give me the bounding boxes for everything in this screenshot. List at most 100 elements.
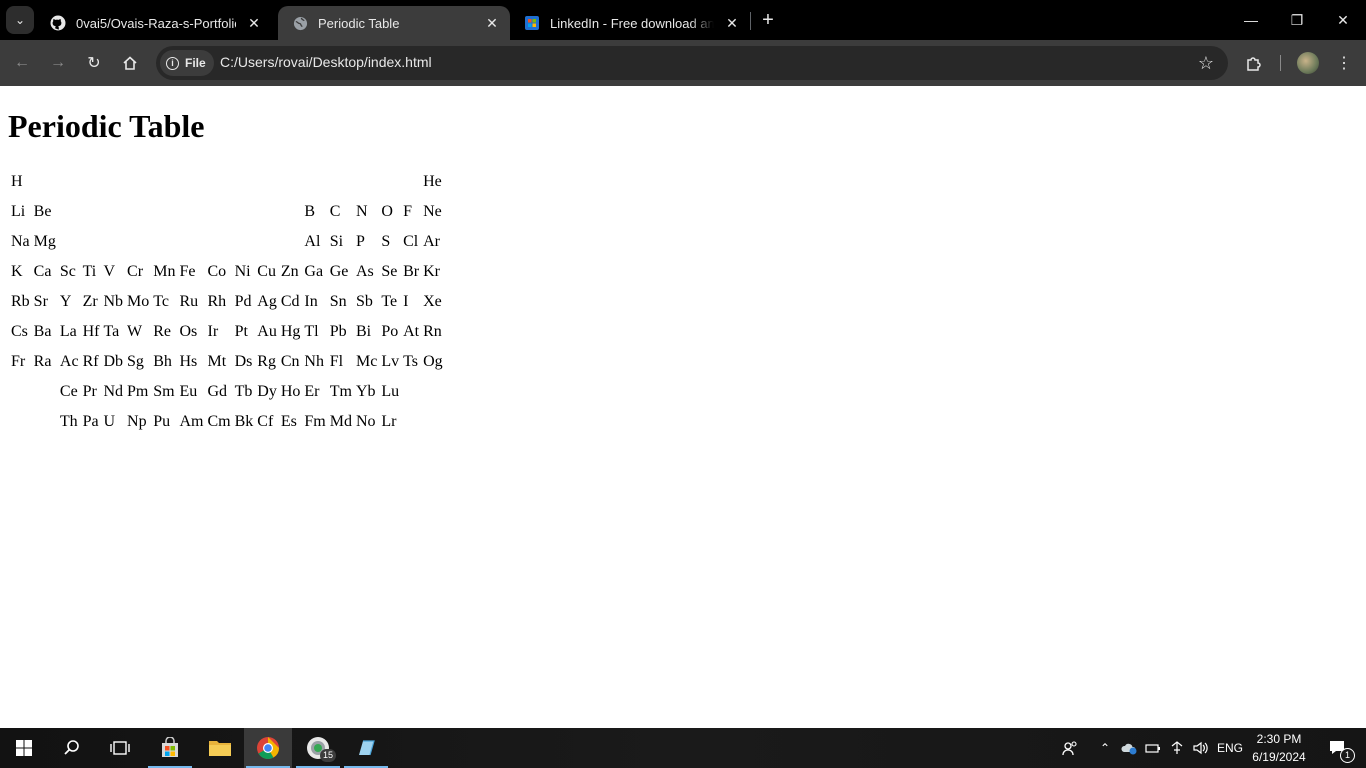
clock-date: 6/19/2024 xyxy=(1252,750,1306,764)
element-cell: Os xyxy=(179,323,198,340)
empty-cell xyxy=(178,198,204,226)
home-icon xyxy=(123,56,137,70)
clock[interactable]: 2:30 PM 6/19/2024 xyxy=(1250,730,1308,766)
element-cell: Lu xyxy=(381,383,400,400)
people-icon[interactable] xyxy=(1058,728,1082,768)
language-indicator[interactable]: ENG xyxy=(1214,728,1246,768)
element-cell: Dy xyxy=(257,383,277,400)
task-view-button[interactable] xyxy=(96,728,144,768)
element-cell: Pu xyxy=(153,413,171,430)
info-icon: i xyxy=(166,56,179,70)
tab-linkedin[interactable]: LinkedIn - Free download and i ✕ xyxy=(510,6,750,40)
element-cell: Pd xyxy=(234,293,252,310)
tab-github[interactable]: 0vai5/Ovais-Raza-s-Portfolio ✕ xyxy=(36,6,272,40)
element-cell: Mg xyxy=(33,233,56,250)
chrome-menu-button[interactable]: ⋮ xyxy=(1332,51,1356,75)
element-cell: Ta xyxy=(103,323,120,340)
element-cell: Ga xyxy=(304,263,324,280)
minimize-button[interactable]: — xyxy=(1228,0,1274,40)
taskbar-chrome[interactable] xyxy=(244,728,292,768)
taskbar-file-explorer[interactable] xyxy=(196,728,244,768)
github-icon xyxy=(50,15,66,31)
empty-cell xyxy=(206,168,231,196)
volume-icon[interactable] xyxy=(1190,728,1212,768)
empty-cell xyxy=(402,168,420,196)
new-tab-button[interactable]: + xyxy=(756,8,780,32)
element-cell: In xyxy=(304,293,318,310)
element-cell: Ce xyxy=(59,383,78,400)
empty-cell xyxy=(59,228,80,256)
chevron-down-icon: ⌄ xyxy=(14,13,26,27)
back-button[interactable]: ← xyxy=(10,51,34,75)
element-cell: Cm xyxy=(207,413,231,430)
tab-search-button[interactable]: ⌄ xyxy=(6,6,34,34)
arrow-right-icon: → xyxy=(50,54,66,71)
element-cell: Cf xyxy=(257,413,274,430)
element-cell: Ni xyxy=(234,263,251,280)
address-bar[interactable]: i File C:/Users/rovai/Desktop/index.html… xyxy=(156,46,1228,80)
taskbar-app[interactable] xyxy=(342,728,390,768)
empty-cell xyxy=(422,408,444,436)
element-cell: Og xyxy=(423,353,443,370)
reload-button[interactable]: ↻ xyxy=(82,51,106,75)
element-cell: Rf xyxy=(82,353,99,370)
extensions-button[interactable] xyxy=(1242,51,1266,75)
table-row: K Ca Sc Ti V Cr Mn Fe Co Ni Cu Zn Ga Ge As Se Br Kr xyxy=(10,258,444,286)
element-cell: Li xyxy=(11,203,26,220)
toolbar-divider xyxy=(1280,55,1281,71)
site-info-chip[interactable]: i File xyxy=(160,50,214,76)
close-window-button[interactable]: ✕ xyxy=(1320,0,1366,40)
empty-cell xyxy=(102,228,124,256)
profile-avatar[interactable] xyxy=(1297,52,1319,74)
home-button[interactable] xyxy=(118,51,142,75)
search-button[interactable] xyxy=(48,728,96,768)
windows-taskbar: 15 ⌃ ENG 2:30 PM 6/19/2024 1 xyxy=(0,728,1366,768)
taskbar-chrome-profile[interactable]: 15 xyxy=(294,728,342,768)
restore-button[interactable]: ❐ xyxy=(1274,0,1320,40)
notepad-icon xyxy=(359,740,375,756)
reload-icon: ↻ xyxy=(87,55,101,72)
site-info-label: File xyxy=(185,56,206,70)
element-cell: Tb xyxy=(234,383,253,400)
notifications-button[interactable]: 1 xyxy=(1318,728,1358,768)
store-icon xyxy=(162,737,178,757)
empty-cell xyxy=(59,198,80,226)
forward-button[interactable]: → xyxy=(46,51,70,75)
star-icon[interactable]: ☆ xyxy=(1198,53,1214,74)
close-icon[interactable]: ✕ xyxy=(246,15,262,31)
element-cell: Hf xyxy=(82,323,100,340)
battery-plug-icon[interactable] xyxy=(1142,728,1164,768)
close-icon[interactable]: ✕ xyxy=(484,15,500,31)
element-cell: Cl xyxy=(403,233,419,250)
chevron-up-icon[interactable]: ⌃ xyxy=(1094,728,1116,768)
empty-cell xyxy=(256,228,278,256)
taskbar-store[interactable] xyxy=(146,728,194,768)
element-cell: W xyxy=(127,323,143,340)
empty-cell xyxy=(33,408,57,436)
element-cell: Rh xyxy=(207,293,227,310)
element-cell: Yb xyxy=(355,383,376,400)
empty-cell xyxy=(126,168,150,196)
element-cell: Be xyxy=(33,203,52,220)
start-button[interactable] xyxy=(0,728,48,768)
element-cell: Xe xyxy=(423,293,442,310)
element-cell: Mc xyxy=(355,353,378,370)
table-row: Ce Pr Nd Pm Sm Eu Gd Tb Dy Ho Er Tm Yb Lu xyxy=(10,378,444,406)
empty-cell xyxy=(355,168,378,196)
close-icon[interactable]: ✕ xyxy=(724,15,740,31)
url-text[interactable]: C:/Users/rovai/Desktop/index.html xyxy=(220,54,432,70)
minimize-icon: — xyxy=(1244,12,1258,28)
empty-cell xyxy=(33,378,57,406)
folder-icon xyxy=(209,741,231,756)
empty-cell xyxy=(256,198,278,226)
element-cell: Bi xyxy=(355,323,372,340)
element-cell: Zr xyxy=(82,293,98,310)
element-cell: Re xyxy=(153,323,172,340)
network-icon[interactable] xyxy=(1166,728,1188,768)
element-cell: Pa xyxy=(82,413,99,430)
onedrive-icon[interactable] xyxy=(1118,728,1140,768)
badge-count: 15 xyxy=(320,749,337,762)
empty-cell xyxy=(234,228,255,256)
tab-periodic-table[interactable]: Periodic Table ✕ xyxy=(278,6,510,40)
element-cell: Ra xyxy=(33,353,52,370)
